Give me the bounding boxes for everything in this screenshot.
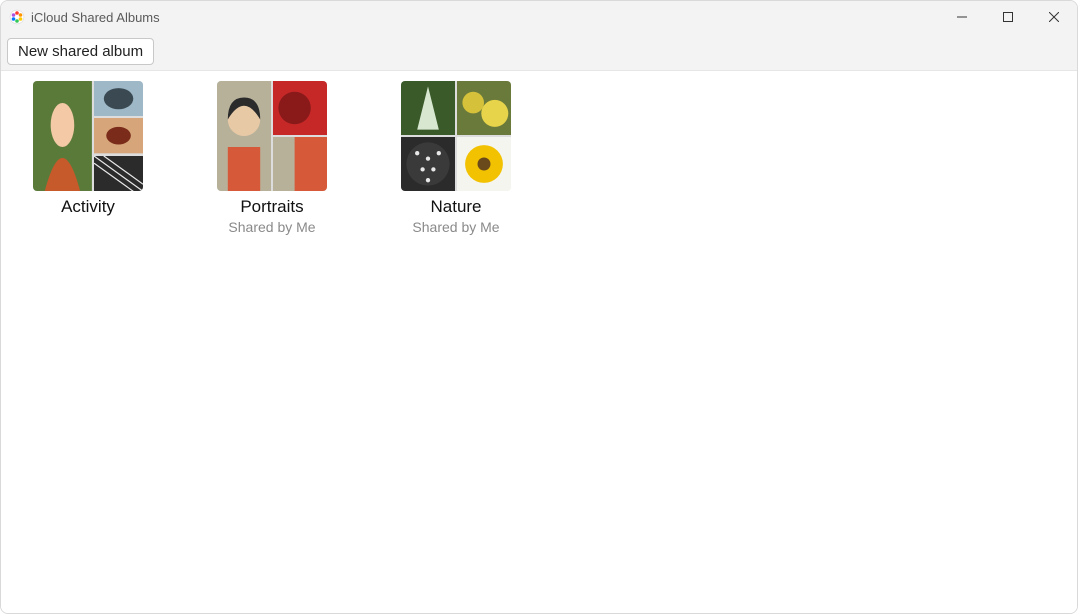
album-subtitle: Shared by Me <box>412 219 499 235</box>
album-grid: Activity Portra <box>1 71 1077 613</box>
thumbnail-tile <box>33 81 92 191</box>
thumbnail-tile <box>94 118 143 153</box>
thumbnail-tile <box>217 81 271 191</box>
album-title: Activity <box>61 197 115 217</box>
thumbnail-tile <box>457 137 511 191</box>
album-item[interactable]: Activity <box>23 81 153 217</box>
thumbnail-tile <box>401 137 455 191</box>
window-title: iCloud Shared Albums <box>31 10 939 25</box>
thumbnail-tile <box>94 156 143 191</box>
maximize-button[interactable] <box>985 1 1031 33</box>
album-title: Portraits <box>240 197 303 217</box>
app-window: iCloud Shared Albums New shared album <box>0 0 1078 614</box>
thumbnail-tile <box>401 81 455 135</box>
thumbnail-tile <box>273 81 327 135</box>
thumbnail-tile <box>273 137 327 191</box>
album-thumbnail <box>217 81 327 191</box>
thumbnail-tile <box>94 81 143 116</box>
album-subtitle: Shared by Me <box>228 219 315 235</box>
thumbnail-tile <box>457 81 511 135</box>
new-shared-album-button[interactable]: New shared album <box>7 38 154 65</box>
album-title: Nature <box>430 197 481 217</box>
window-controls <box>939 1 1077 33</box>
close-icon <box>1049 12 1059 22</box>
icloud-photos-icon <box>9 9 25 25</box>
toolbar: New shared album <box>1 33 1077 71</box>
titlebar: iCloud Shared Albums <box>1 1 1077 33</box>
album-item[interactable]: Nature Shared by Me <box>391 81 521 235</box>
maximize-icon <box>1003 12 1013 22</box>
minimize-icon <box>957 12 967 22</box>
minimize-button[interactable] <box>939 1 985 33</box>
album-item[interactable]: Portraits Shared by Me <box>207 81 337 235</box>
album-thumbnail <box>401 81 511 191</box>
album-thumbnail <box>33 81 143 191</box>
close-button[interactable] <box>1031 1 1077 33</box>
